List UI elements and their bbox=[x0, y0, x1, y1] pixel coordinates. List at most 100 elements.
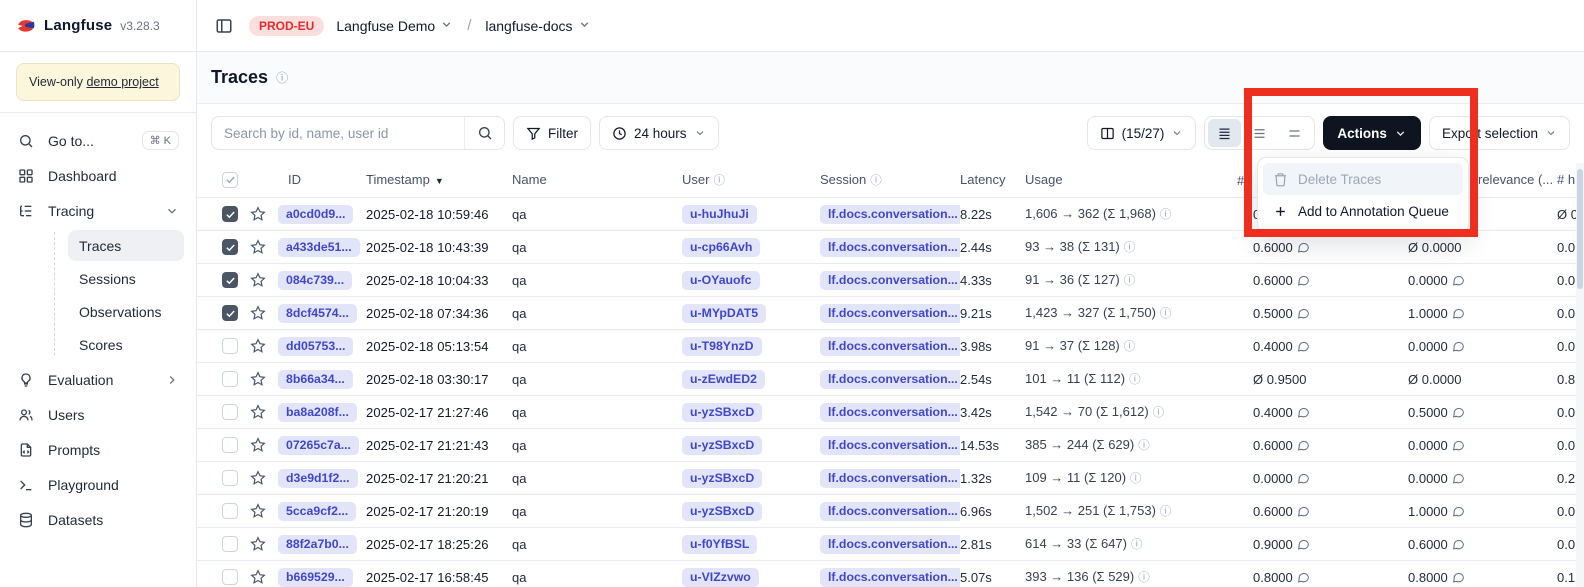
demo-project-link[interactable]: demo project bbox=[86, 75, 158, 89]
bookmark-star-icon[interactable] bbox=[250, 305, 278, 321]
row-checkbox[interactable] bbox=[222, 272, 238, 288]
table-row[interactable]: d3e9d1f2...2025-02-17 21:20:21qau-yzSBxc… bbox=[197, 462, 1584, 495]
user-id-badge[interactable]: u-huJhuJi bbox=[682, 205, 757, 224]
session-id-badge[interactable]: lf.docs.conversation... bbox=[820, 535, 960, 554]
score-comment-icon[interactable] bbox=[1297, 274, 1310, 287]
row-checkbox[interactable] bbox=[222, 371, 238, 387]
sidebar-item-datasets[interactable]: Datasets bbox=[8, 502, 188, 537]
table-row[interactable]: 88f2a7b0...2025-02-17 18:25:26qau-f0YfBS… bbox=[197, 528, 1584, 561]
bookmark-star-icon[interactable] bbox=[250, 404, 278, 420]
session-id-badge[interactable]: lf.docs.conversation... bbox=[820, 205, 960, 224]
column-header-timestamp[interactable]: Timestamp▼ bbox=[366, 172, 512, 187]
trace-id-badge[interactable]: 88f2a7b0... bbox=[278, 535, 357, 554]
session-id-badge[interactable]: lf.docs.conversation... bbox=[820, 403, 960, 422]
table-row[interactable]: b669529...2025-02-17 16:58:45qau-VIZzvwo… bbox=[197, 561, 1584, 587]
bookmark-star-icon[interactable] bbox=[250, 272, 278, 288]
user-id-badge[interactable]: u-MYpDAT5 bbox=[682, 304, 766, 323]
score-comment-icon[interactable] bbox=[1297, 472, 1310, 485]
session-id-badge[interactable]: lf.docs.conversation... bbox=[820, 337, 960, 356]
select-all-checkbox[interactable] bbox=[222, 172, 238, 188]
bookmark-star-icon[interactable] bbox=[250, 470, 278, 486]
user-id-badge[interactable]: u-T98YnzD bbox=[682, 337, 762, 356]
score-comment-icon[interactable] bbox=[1297, 406, 1310, 419]
bookmark-star-icon[interactable] bbox=[250, 206, 278, 222]
table-row[interactable]: 8b66a34...2025-02-18 03:30:17qau-zEwdED2… bbox=[197, 363, 1584, 396]
row-height-small-button[interactable] bbox=[1208, 119, 1241, 147]
session-id-badge[interactable]: lf.docs.conversation... bbox=[820, 238, 960, 257]
row-checkbox[interactable] bbox=[222, 437, 238, 453]
scrollbar-thumb[interactable] bbox=[1577, 169, 1583, 289]
sidebar-item-users[interactable]: Users bbox=[8, 397, 188, 432]
trace-id-badge[interactable]: 5cca9cf2... bbox=[278, 502, 356, 521]
row-checkbox[interactable] bbox=[222, 404, 238, 420]
vertical-scrollbar[interactable] bbox=[1576, 163, 1584, 587]
session-id-badge[interactable]: lf.docs.conversation... bbox=[820, 502, 960, 521]
search-icon[interactable] bbox=[464, 117, 504, 149]
row-height-medium-button[interactable] bbox=[1243, 119, 1276, 147]
actions-button[interactable]: Actions bbox=[1323, 116, 1421, 150]
trace-id-badge[interactable]: 07265c7a... bbox=[278, 436, 359, 455]
session-id-badge[interactable]: lf.docs.conversation... bbox=[820, 304, 960, 323]
goto-search[interactable]: Go to... ⌘ K bbox=[8, 123, 188, 158]
bookmark-star-icon[interactable] bbox=[250, 239, 278, 255]
score-comment-icon[interactable] bbox=[1452, 505, 1465, 518]
table-row[interactable]: 07265c7a...2025-02-17 21:21:43qau-yzSBxc… bbox=[197, 429, 1584, 462]
bookmark-star-icon[interactable] bbox=[250, 536, 278, 552]
bookmark-star-icon[interactable] bbox=[250, 437, 278, 453]
trace-id-badge[interactable]: a0cd0d9... bbox=[278, 205, 353, 224]
table-row[interactable]: ba8a208f...2025-02-17 21:27:46qau-yzSBxc… bbox=[197, 396, 1584, 429]
score-comment-icon[interactable] bbox=[1297, 241, 1310, 254]
table-row[interactable]: a433de51...2025-02-18 10:43:39qau-cp66Av… bbox=[197, 231, 1584, 264]
sidebar-toggle-icon[interactable] bbox=[211, 13, 237, 39]
session-id-badge[interactable]: lf.docs.conversation... bbox=[820, 568, 960, 587]
row-checkbox[interactable] bbox=[222, 305, 238, 321]
table-row[interactable]: 5cca9cf2...2025-02-17 21:20:19qau-yzSBxc… bbox=[197, 495, 1584, 528]
row-height-large-button[interactable] bbox=[1278, 119, 1311, 147]
row-checkbox[interactable] bbox=[222, 338, 238, 354]
sidebar-item-playground[interactable]: Playground bbox=[8, 467, 188, 502]
trace-id-badge[interactable]: ba8a208f... bbox=[278, 403, 357, 422]
user-id-badge[interactable]: u-OYauofc bbox=[682, 271, 760, 290]
column-header-latency[interactable]: Latency bbox=[960, 172, 1025, 187]
sidebar-item-tracing[interactable]: Tracing bbox=[8, 193, 188, 228]
score-comment-icon[interactable] bbox=[1297, 439, 1310, 452]
sidebar-item-evaluation[interactable]: Evaluation bbox=[8, 362, 188, 397]
user-id-badge[interactable]: u-zEwdED2 bbox=[682, 370, 765, 389]
environment-badge[interactable]: PROD-EU bbox=[249, 16, 324, 36]
table-row[interactable]: dd05753...2025-02-18 05:13:54qau-T98YnzD… bbox=[197, 330, 1584, 363]
score-comment-icon[interactable] bbox=[1297, 307, 1310, 320]
row-checkbox[interactable] bbox=[222, 470, 238, 486]
column-header-relevance[interactable]: relevance (... bbox=[1478, 172, 1557, 187]
user-id-badge[interactable]: u-cp66Avh bbox=[682, 238, 760, 257]
menu-item-add-to-annotation-queue[interactable]: Add to Annotation Queue bbox=[1263, 195, 1463, 227]
bookmark-star-icon[interactable] bbox=[250, 569, 278, 585]
session-id-badge[interactable]: lf.docs.conversation... bbox=[820, 436, 960, 455]
session-id-badge[interactable]: lf.docs.conversation... bbox=[820, 271, 960, 290]
score-comment-icon[interactable] bbox=[1452, 538, 1465, 551]
sidebar-item-prompts[interactable]: Prompts bbox=[8, 432, 188, 467]
session-id-badge[interactable]: lf.docs.conversation... bbox=[820, 370, 960, 389]
user-id-badge[interactable]: u-f0YfBSL bbox=[682, 535, 757, 554]
score-comment-icon[interactable] bbox=[1297, 505, 1310, 518]
score-comment-icon[interactable] bbox=[1452, 571, 1465, 584]
row-checkbox[interactable] bbox=[222, 536, 238, 552]
trace-id-badge[interactable]: b669529... bbox=[278, 568, 353, 587]
user-id-badge[interactable]: u-yzSBxcD bbox=[682, 403, 762, 422]
org-switcher[interactable]: Langfuse Demo bbox=[336, 18, 453, 34]
trace-id-badge[interactable]: d3e9d1f2... bbox=[278, 469, 358, 488]
column-header-usage[interactable]: Usage bbox=[1025, 172, 1253, 187]
row-checkbox[interactable] bbox=[222, 503, 238, 519]
score-comment-icon[interactable] bbox=[1297, 538, 1310, 551]
time-range-button[interactable]: 24 hours bbox=[599, 116, 719, 150]
table-row[interactable]: 8dcf4574...2025-02-18 07:34:36qau-MYpDAT… bbox=[197, 297, 1584, 330]
user-id-badge[interactable]: u-VIZzvwo bbox=[682, 568, 759, 587]
score-comment-icon[interactable] bbox=[1452, 307, 1465, 320]
search-input[interactable] bbox=[212, 126, 464, 141]
sidebar-item-traces[interactable]: Traces bbox=[68, 230, 184, 261]
session-id-badge[interactable]: lf.docs.conversation... bbox=[820, 469, 960, 488]
bookmark-star-icon[interactable] bbox=[250, 503, 278, 519]
score-comment-icon[interactable] bbox=[1452, 439, 1465, 452]
menu-item-delete-traces[interactable]: Delete Traces bbox=[1263, 163, 1463, 195]
trace-id-badge[interactable]: 8dcf4574... bbox=[278, 304, 357, 323]
sidebar-item-sessions[interactable]: Sessions bbox=[68, 263, 184, 294]
